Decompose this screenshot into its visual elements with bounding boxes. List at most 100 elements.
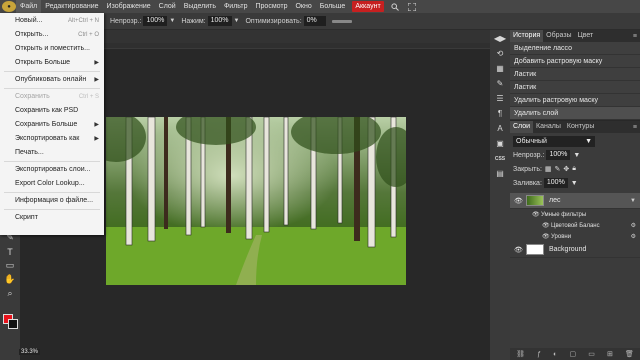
menu-item-export-layers[interactable]: Экспортировать слои... bbox=[0, 163, 104, 177]
search-icon[interactable] bbox=[390, 1, 401, 12]
eye-icon[interactable]: 👁︎ bbox=[514, 246, 523, 254]
panel-menu-icon[interactable]: ≡ bbox=[633, 124, 637, 131]
tab-channels[interactable]: Каналы bbox=[533, 121, 564, 133]
eye-icon[interactable]: 👁︎ bbox=[542, 222, 551, 229]
menu-item-save-more[interactable]: Сохранить Больше ▶ bbox=[0, 118, 104, 132]
account-button[interactable]: Аккаунт bbox=[352, 1, 384, 12]
adjustment-icon[interactable]: ◐ bbox=[553, 351, 557, 358]
filter-row[interactable]: 👁︎ Уровни ⚙ bbox=[510, 231, 640, 242]
tab-color[interactable]: Цвет bbox=[575, 30, 597, 42]
eye-icon[interactable]: 👁︎ bbox=[542, 233, 551, 240]
layer-opacity-input[interactable]: 100% bbox=[546, 150, 571, 160]
menu-item-publish[interactable]: Опубликовать онлайн ▶ bbox=[0, 73, 104, 87]
menu-image[interactable]: Изображение bbox=[103, 0, 155, 13]
menu-separator bbox=[4, 88, 100, 89]
menu-item-label: Export Color Lookup... bbox=[15, 180, 85, 187]
css-icon[interactable]: CSS bbox=[493, 152, 507, 165]
menu-edit[interactable]: Редактирование bbox=[41, 0, 102, 13]
paragraph-icon[interactable]: ¶ bbox=[493, 107, 507, 120]
tab-layers[interactable]: Слои bbox=[510, 121, 534, 133]
menu-bar: ● Файл Редактирование Изображение Слой В… bbox=[0, 0, 640, 13]
menu-item-open[interactable]: Открыть... Ctrl + O bbox=[0, 28, 104, 42]
swatches-icon[interactable]: ▦ bbox=[493, 62, 507, 75]
smart-filters-row[interactable]: 👁︎ Умные фильтры bbox=[510, 209, 640, 220]
history-icon[interactable]: ⟲ bbox=[493, 47, 507, 60]
fill-input[interactable]: 100% bbox=[543, 178, 568, 188]
zoom-tool-icon[interactable]: ⌕ bbox=[3, 287, 17, 300]
layers-icon[interactable]: ▤ bbox=[493, 167, 507, 180]
menu-select[interactable]: Выделить bbox=[180, 0, 220, 13]
menu-item-open-place[interactable]: Открыть и поместить... bbox=[0, 42, 104, 56]
folder-icon[interactable]: ▭ bbox=[588, 350, 595, 358]
menu-item-label: Печать... bbox=[15, 149, 44, 156]
menu-item-export-as[interactable]: Экспортировать как ▶ bbox=[0, 132, 104, 146]
opacity-input[interactable]: 100% bbox=[143, 16, 168, 26]
history-item[interactable]: Удалить растровую маску bbox=[510, 94, 640, 107]
optimize-input[interactable]: 0% bbox=[303, 16, 326, 26]
history-item[interactable]: Ластик bbox=[510, 68, 640, 81]
history-item[interactable]: Удалить слой bbox=[510, 107, 640, 120]
menu-item-export-color-lookup[interactable]: Export Color Lookup... bbox=[0, 177, 104, 191]
menu-item-open-more[interactable]: Открыть Больше ▶ bbox=[0, 56, 104, 70]
shortcut-label: Ctrl + S bbox=[78, 94, 99, 100]
app-logo-icon[interactable]: ● bbox=[2, 1, 16, 12]
canvas-area[interactable] bbox=[104, 50, 490, 346]
chevron-down-icon[interactable]: ▼ bbox=[630, 198, 636, 204]
optimize-slider[interactable] bbox=[331, 19, 352, 23]
menu-view[interactable]: Просмотр bbox=[252, 0, 292, 13]
tab-paths[interactable]: Контуры bbox=[564, 121, 597, 133]
new-layer-icon[interactable]: ⊞ bbox=[607, 350, 613, 358]
effects-icon[interactable]: ƒ bbox=[537, 351, 541, 358]
menu-more[interactable]: Больше bbox=[316, 0, 350, 13]
adjustments-icon[interactable]: ☰ bbox=[493, 92, 507, 105]
chevron-down-icon[interactable]: ▼ bbox=[573, 152, 580, 159]
menu-item-script[interactable]: Скрипт bbox=[0, 211, 104, 225]
brush-icon[interactable]: ✎ bbox=[493, 77, 507, 90]
chevron-down-icon[interactable]: ▼ bbox=[571, 180, 578, 187]
blend-mode-value: Обычный bbox=[516, 137, 547, 145]
history-item[interactable]: Добавить растровую маску bbox=[510, 55, 640, 68]
history-item[interactable]: Выделение лассо bbox=[510, 42, 640, 55]
tab-history[interactable]: История bbox=[510, 30, 544, 42]
tools-bar: ✎ T ▭ ✋ ⌕ bbox=[0, 230, 20, 360]
background-color-swatch[interactable] bbox=[8, 319, 18, 329]
filter-row[interactable]: 👁︎ Цветовой Баланс ⚙ bbox=[510, 220, 640, 231]
menu-filter[interactable]: Фильтр bbox=[220, 0, 252, 13]
menu-layer[interactable]: Слой bbox=[155, 0, 180, 13]
blend-mode-select[interactable]: Обычный ▼ bbox=[513, 135, 595, 147]
lock-pixels-icon[interactable]: ✎ bbox=[555, 165, 561, 173]
layer-thumbnail bbox=[526, 195, 544, 206]
lock-position-icon[interactable]: ✥ bbox=[563, 165, 569, 173]
mask-icon[interactable]: ▢ bbox=[569, 350, 576, 358]
chevron-down-icon[interactable]: ▼ bbox=[234, 18, 240, 24]
layers-panel-tabs: Слои Каналы Контуры ≡ bbox=[510, 121, 640, 133]
text-tool-icon[interactable]: T bbox=[3, 245, 17, 258]
hand-tool-icon[interactable]: ✋ bbox=[3, 273, 17, 286]
history-item[interactable]: Ластик bbox=[510, 81, 640, 94]
menu-item-file-info[interactable]: Информация о файле... bbox=[0, 194, 104, 208]
collapse-icon[interactable]: ◀▶ bbox=[493, 32, 507, 45]
tab-snapshots[interactable]: Образы bbox=[543, 30, 574, 42]
menu-item-new[interactable]: Новый... Alt+Ctrl + N bbox=[0, 14, 104, 28]
character-icon[interactable]: A bbox=[493, 122, 507, 135]
chevron-down-icon[interactable]: ▼ bbox=[169, 18, 175, 24]
eye-icon[interactable]: 👁︎ bbox=[514, 197, 523, 205]
filter-options-icon[interactable]: ⚙ bbox=[631, 233, 636, 240]
menu-window[interactable]: Окно bbox=[291, 0, 315, 13]
eye-icon[interactable]: 👁︎ bbox=[532, 211, 541, 218]
layer-row[interactable]: 👁︎ лес ▼ bbox=[510, 193, 640, 209]
fullscreen-icon[interactable] bbox=[407, 1, 418, 12]
lock-transparency-icon[interactable]: ▦ bbox=[545, 165, 552, 173]
image-icon[interactable]: ▣ bbox=[493, 137, 507, 150]
menu-file[interactable]: Файл bbox=[16, 0, 42, 13]
lock-all-icon[interactable]: 🔒︎ bbox=[572, 165, 576, 173]
menu-item-save-psd[interactable]: Сохранить как PSD bbox=[0, 104, 104, 118]
filter-options-icon[interactable]: ⚙ bbox=[631, 222, 636, 229]
panel-menu-icon[interactable]: ≡ bbox=[633, 33, 637, 40]
layer-row[interactable]: 👁︎ Background bbox=[510, 242, 640, 258]
delete-icon[interactable]: 🗑︎ bbox=[625, 350, 634, 358]
pressure-input[interactable]: 100% bbox=[207, 16, 232, 26]
menu-item-print[interactable]: Печать... bbox=[0, 146, 104, 160]
shape-tool-icon[interactable]: ▭ bbox=[3, 259, 17, 272]
link-icon[interactable]: ⛓ bbox=[516, 350, 525, 358]
